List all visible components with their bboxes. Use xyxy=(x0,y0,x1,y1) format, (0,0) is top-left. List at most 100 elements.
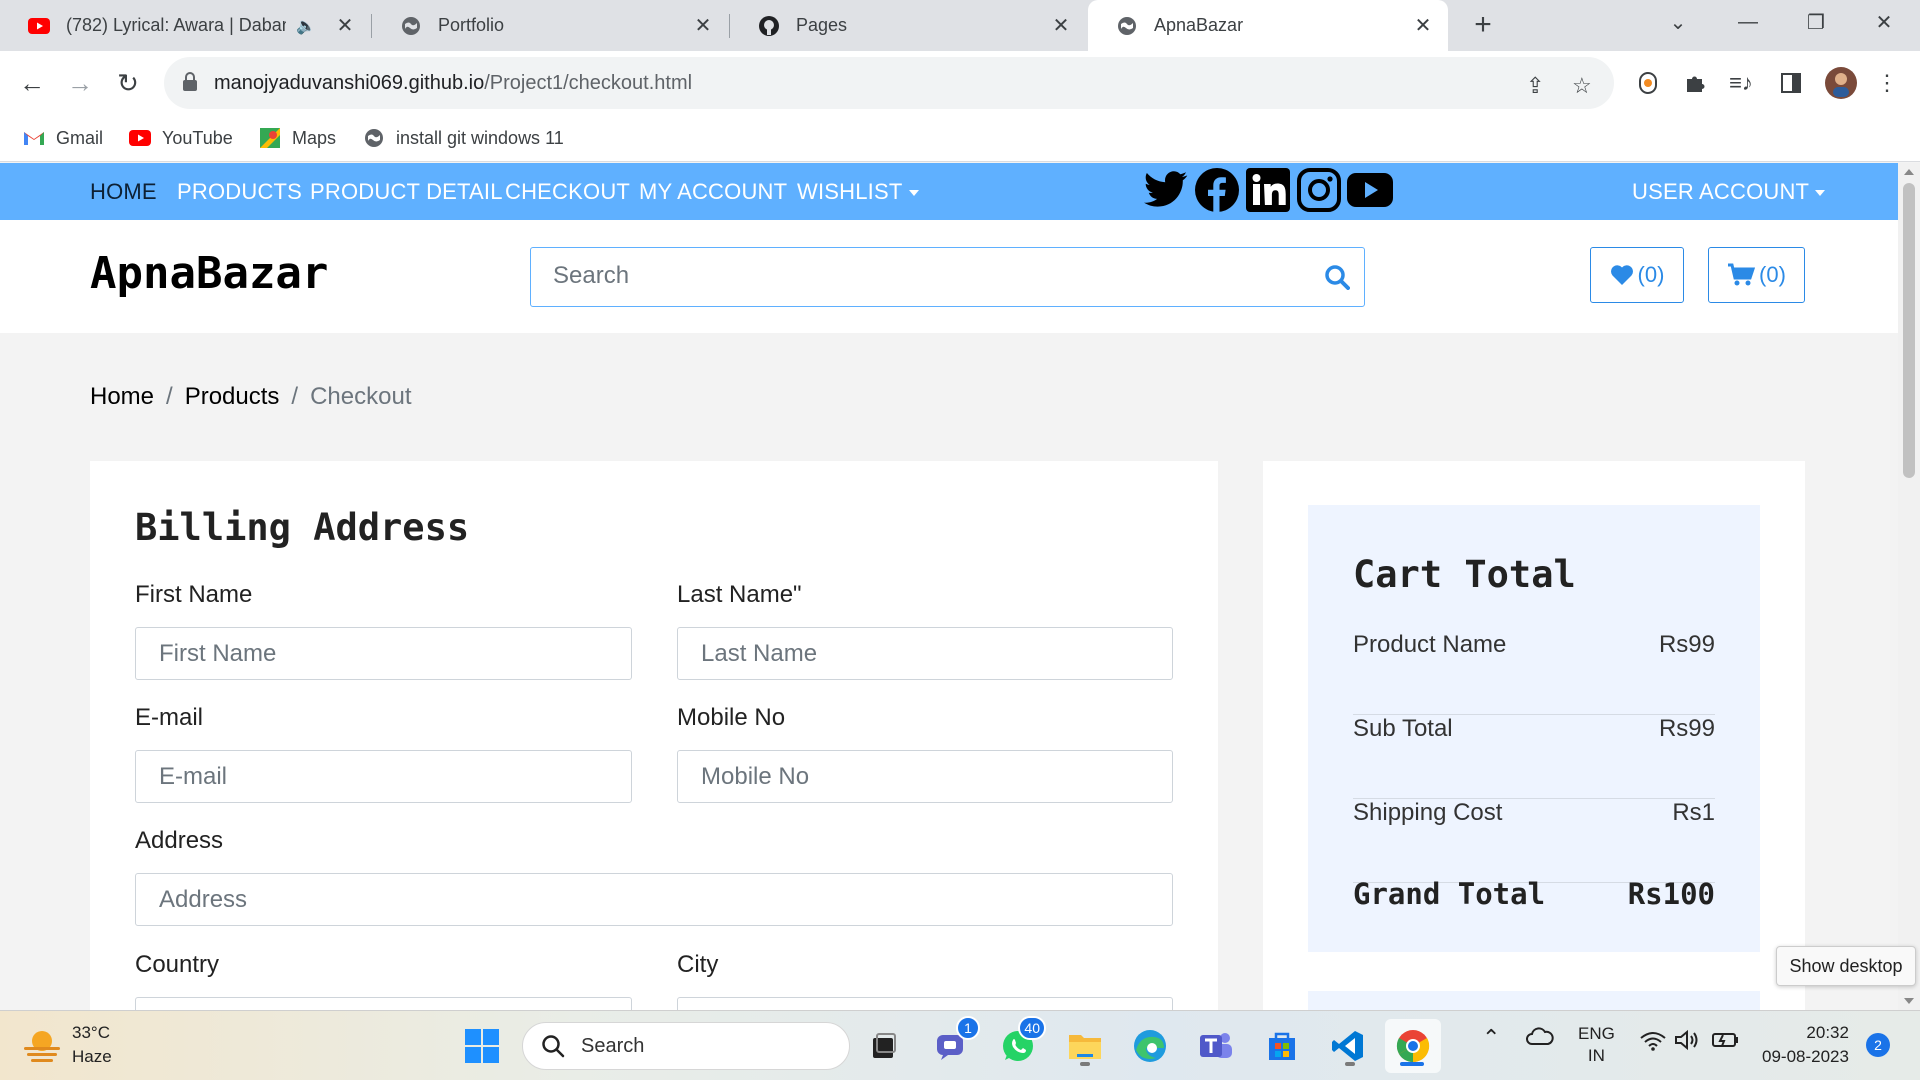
twitter-icon[interactable] xyxy=(1143,167,1189,213)
site-logo[interactable]: ApnaBazar xyxy=(90,248,328,299)
battery-icon[interactable] xyxy=(1712,1029,1740,1054)
cart-row-value: Rs1 xyxy=(1672,799,1715,826)
address-field[interactable] xyxy=(136,874,1172,925)
tab-title: Portfolio xyxy=(438,15,505,35)
page-scrollbar[interactable] xyxy=(1898,163,1920,1010)
address-bar[interactable]: manojyaduvanshi069.github.io/Project1/ch… xyxy=(164,57,1614,109)
bookmark-label: YouTube xyxy=(162,127,233,148)
instagram-icon[interactable] xyxy=(1296,167,1342,213)
side-panel-icon[interactable] xyxy=(1776,68,1806,98)
breadcrumb-separator: / xyxy=(291,383,299,410)
bookmark-label: Maps xyxy=(292,127,337,148)
city-field[interactable] xyxy=(677,997,1173,1010)
tab-portfolio[interactable]: Portfolio ✕ xyxy=(372,0,728,51)
nav-checkout[interactable]: CHECKOUT xyxy=(505,179,630,205)
last-name-label: Last Name" xyxy=(677,581,802,608)
onedrive-icon[interactable] xyxy=(1526,1027,1554,1050)
microsoft-store-icon[interactable] xyxy=(1260,1024,1304,1068)
address-field-wrap xyxy=(135,873,1173,926)
system-clock[interactable]: 20:32 09-08-2023 xyxy=(1762,1021,1849,1069)
back-icon[interactable]: ← xyxy=(12,63,52,103)
cart-button[interactable]: (0) xyxy=(1708,247,1805,303)
puzzle-icon[interactable] xyxy=(1680,68,1710,98)
clock-time: 20:32 xyxy=(1806,1023,1849,1042)
nav-products[interactable]: PRODUCTS xyxy=(177,179,302,205)
bookmark-maps[interactable]: Maps xyxy=(258,124,336,152)
reload-icon[interactable]: ↻ xyxy=(108,63,148,103)
notification-badge[interactable]: 2 xyxy=(1866,1033,1890,1057)
bookmark-star-icon[interactable]: ☆ xyxy=(1572,73,1592,99)
media-control-icon[interactable]: ≡♪ xyxy=(1726,68,1756,98)
whatsapp-icon[interactable]: 40 xyxy=(996,1016,1046,1068)
wifi-icon[interactable] xyxy=(1640,1031,1666,1056)
globe-icon xyxy=(1116,15,1138,37)
weather-widget[interactable]: 33°C Haze xyxy=(22,1021,112,1069)
profile-avatar[interactable] xyxy=(1824,66,1858,100)
minimize-button[interactable]: — xyxy=(1720,0,1776,44)
whatsapp-badge: 40 xyxy=(1018,1016,1046,1040)
nav-home[interactable]: HOME xyxy=(90,179,157,205)
scroll-up-arrow-icon[interactable] xyxy=(1904,169,1914,175)
teams-chat-icon[interactable]: 1 xyxy=(930,1016,980,1068)
site-search-input[interactable] xyxy=(531,248,1291,304)
tab-pages[interactable]: Pages ✕ xyxy=(730,0,1086,51)
taskbar-search[interactable]: Search xyxy=(522,1022,850,1070)
mobile-field[interactable] xyxy=(678,751,1172,802)
bookmark-install-git[interactable]: install git windows 11 xyxy=(362,124,564,152)
volume-icon[interactable] xyxy=(1674,1029,1700,1056)
site-search-box xyxy=(530,247,1365,307)
first-name-field-wrap xyxy=(135,627,632,680)
city-label: City xyxy=(677,951,719,978)
maps-icon xyxy=(258,126,282,150)
start-windows-icon[interactable] xyxy=(460,1024,504,1068)
teams-icon[interactable] xyxy=(1194,1024,1238,1068)
active-indicator xyxy=(1400,1062,1424,1066)
teams-badge: 1 xyxy=(956,1016,980,1040)
language-indicator[interactable]: ENG IN xyxy=(1578,1023,1615,1067)
bookmark-youtube[interactable]: YouTube xyxy=(128,124,233,152)
new-tab-button[interactable]: + xyxy=(1466,8,1500,42)
nav-my-account[interactable]: MY ACCOUNT xyxy=(639,179,787,205)
search-icon[interactable] xyxy=(1324,264,1350,290)
cart-total-box: Cart Total Product Name Rs99 Sub Total R… xyxy=(1308,505,1760,952)
facebook-icon[interactable] xyxy=(1194,167,1240,213)
close-icon[interactable]: ✕ xyxy=(1050,13,1072,38)
linkedin-icon[interactable] xyxy=(1245,167,1291,213)
bookmarks-bar: Gmail YouTube Maps install git windows 1… xyxy=(0,114,1920,162)
first-name-field[interactable] xyxy=(136,628,631,679)
email-label: E-mail xyxy=(135,704,204,731)
tab-youtube[interactable]: (782) Lyrical: Awara | Dabang 🔈 ✕ xyxy=(0,0,370,51)
nav-product-detail[interactable]: PRODUCT DETAIL xyxy=(310,179,503,205)
speaker-icon[interactable]: 🔈 xyxy=(296,16,316,36)
edge-browser-icon[interactable] xyxy=(1128,1024,1172,1068)
nav-user-account-dropdown[interactable]: USER ACCOUNT xyxy=(1632,179,1826,205)
share-icon[interactable]: ⇪ xyxy=(1526,73,1544,99)
show-hidden-icons-chevron[interactable]: ⌃ xyxy=(1482,1025,1500,1051)
scrollbar-thumb[interactable] xyxy=(1903,183,1915,478)
task-view-icon[interactable] xyxy=(862,1024,906,1068)
tab-apnabazar[interactable]: ApnaBazar ✕ xyxy=(1088,0,1448,51)
site-top-nav: HOME PRODUCTS PRODUCT DETAIL CHECKOUT MY… xyxy=(0,163,1898,220)
clock-date: 09-08-2023 xyxy=(1762,1047,1849,1066)
bookmark-gmail[interactable]: Gmail xyxy=(22,124,103,152)
restore-button[interactable]: ❐ xyxy=(1788,0,1844,44)
tab-strip: (782) Lyrical: Awara | Dabang 🔈 ✕ Portfo… xyxy=(0,0,1920,51)
close-window-button[interactable]: ✕ xyxy=(1856,0,1912,44)
breadcrumb-home[interactable]: Home xyxy=(90,383,154,411)
last-name-field[interactable] xyxy=(678,628,1172,679)
forward-icon[interactable]: → xyxy=(60,63,100,103)
country-select[interactable] xyxy=(135,997,632,1010)
wishlist-button[interactable]: (0) xyxy=(1590,247,1684,303)
nav-wishlist-dropdown[interactable]: WISHLIST xyxy=(797,179,919,205)
close-icon[interactable]: ✕ xyxy=(1412,13,1434,38)
close-icon[interactable]: ✕ xyxy=(334,13,356,38)
tab-search-chevron-icon[interactable]: ⌄ xyxy=(1650,0,1706,44)
extension-icon[interactable] xyxy=(1633,68,1663,98)
scroll-down-arrow-icon[interactable] xyxy=(1904,998,1914,1004)
youtube-icon[interactable] xyxy=(1347,167,1393,213)
menu-kebab-icon[interactable]: ⋮ xyxy=(1872,68,1902,98)
close-icon[interactable]: ✕ xyxy=(692,13,714,38)
breadcrumb-products[interactable]: Products xyxy=(185,383,280,411)
breadcrumb-separator: / xyxy=(166,383,173,410)
email-field[interactable] xyxy=(136,751,631,802)
